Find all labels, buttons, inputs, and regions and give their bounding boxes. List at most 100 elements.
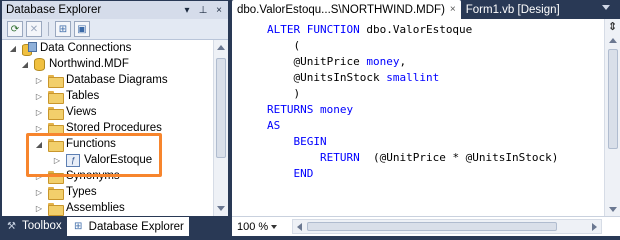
collapse-arrow-icon[interactable]: ◢ xyxy=(20,59,30,69)
code-line[interactable]: ) xyxy=(267,86,300,102)
tree-node[interactable]: ▷ ƒ ValorEstoque xyxy=(52,152,152,168)
close-tab-icon[interactable]: × xyxy=(450,4,456,15)
code-editor[interactable]: ALTER FUNCTION dbo.ValorEstoque ( @UnitP… xyxy=(232,19,604,216)
tree-node[interactable]: ◢ Functions xyxy=(34,136,116,152)
expand-arrow-icon[interactable]: ▷ xyxy=(34,91,44,101)
scroll-up-arrow-icon[interactable] xyxy=(609,38,617,43)
collapse-arrow-icon[interactable]: ◢ xyxy=(8,43,18,53)
tree-node[interactable]: ▷ Database Diagrams xyxy=(34,72,168,88)
sql-keyword: ALTER FUNCTION xyxy=(267,23,367,36)
sql-text: @UnitsInStock xyxy=(267,71,387,84)
code-line[interactable]: @UnitPrice money, xyxy=(267,54,406,70)
zoom-value: 100 % xyxy=(237,220,269,233)
expand-arrow-icon[interactable]: ▷ xyxy=(34,203,44,213)
expand-arrow-icon[interactable]: ▷ xyxy=(34,107,44,117)
tree-node-label: ValorEstoque xyxy=(84,154,153,166)
tree-node-label: Data Connections xyxy=(40,42,132,54)
folder-icon xyxy=(48,202,64,216)
tree-vertical-scrollbar[interactable] xyxy=(213,40,228,216)
tree-node-label: Views xyxy=(66,106,97,118)
window-position-dropdown-icon[interactable]: ▾ xyxy=(180,3,194,17)
explorer-tree: ◢ Data Connections ◢ Northwind.MDF ▷ Database… xyxy=(2,40,213,216)
toolbox-icon: ⚒ xyxy=(7,220,16,232)
stop-refresh-icon[interactable]: ✕ xyxy=(26,21,42,37)
folder-icon xyxy=(48,90,64,104)
tree-node-label: Tables xyxy=(66,90,100,102)
code-line[interactable]: AS xyxy=(267,118,280,134)
tree-node-label: Database Diagrams xyxy=(66,74,168,86)
scroll-down-arrow-icon[interactable] xyxy=(217,206,225,211)
splitter-icon[interactable]: ⇕ xyxy=(607,22,618,33)
sql-keyword: money xyxy=(366,55,400,68)
code-line[interactable]: RETURNS money xyxy=(267,102,353,118)
auto-hide-pin-icon[interactable]: ⊥ xyxy=(196,3,210,17)
connect-to-server-icon[interactable]: ▣ xyxy=(74,21,90,37)
scroll-down-arrow-icon[interactable] xyxy=(609,207,617,212)
scroll-left-arrow-icon[interactable] xyxy=(297,223,302,231)
folder-icon xyxy=(48,122,64,136)
tree-node[interactable]: ▷ Stored Procedures xyxy=(34,120,162,136)
tree-node[interactable]: ▷ Tables xyxy=(34,88,99,104)
scroll-thumb[interactable] xyxy=(608,49,618,149)
tree-node-label: Assemblies xyxy=(66,202,125,214)
sql-text: ( xyxy=(267,39,301,52)
tree-node[interactable]: ◢ Northwind.MDF xyxy=(20,56,129,72)
editor-horizontal-scrollbar[interactable] xyxy=(292,219,602,234)
document-tab-strip: dbo.ValorEstoqu...S\NORTHWIND.MDF) × Form1… xyxy=(232,0,620,19)
panel-toolbar: ⟳ ✕ ⊞ ▣ xyxy=(2,19,228,40)
database-explorer-icon: ⊞ xyxy=(73,221,83,232)
code-line[interactable]: BEGIN xyxy=(267,134,327,150)
code-line[interactable]: @UnitsInStock smallint xyxy=(267,70,439,86)
tab-database-explorer[interactable]: ⊞ Database Explorer xyxy=(66,217,189,236)
scroll-thumb[interactable] xyxy=(307,222,557,231)
folder-icon xyxy=(48,74,64,88)
sql-keyword: RETURN xyxy=(267,151,373,164)
tree-node[interactable]: ▷ Types xyxy=(34,184,97,200)
scroll-right-arrow-icon[interactable] xyxy=(592,223,597,231)
expand-arrow-icon[interactable]: ▷ xyxy=(52,155,62,165)
scroll-up-arrow-icon[interactable] xyxy=(217,45,225,50)
code-line[interactable]: RETURN (@UnitPrice * @UnitsInStock) xyxy=(267,150,558,166)
tree-node-label: Synonyms xyxy=(66,170,120,182)
folder-icon xyxy=(48,170,64,184)
sql-keyword: smallint xyxy=(386,71,440,84)
expand-arrow-icon[interactable]: ▷ xyxy=(34,187,44,197)
tree-node[interactable]: ▷ Synonyms xyxy=(34,168,120,184)
code-line[interactable]: ALTER FUNCTION dbo.ValorEstoque xyxy=(267,22,472,38)
tree-node[interactable]: ▷ Assemblies xyxy=(34,200,125,216)
tab-function-editor[interactable]: dbo.ValorEstoqu...S\NORTHWIND.MDF) × xyxy=(232,0,461,19)
tab-form-designer[interactable]: Form1.vb [Design] xyxy=(461,1,565,19)
expand-arrow-icon[interactable]: ▷ xyxy=(34,171,44,181)
database-icon xyxy=(34,57,45,71)
sql-text: dbo.ValorEstoque xyxy=(366,23,473,36)
expand-arrow-icon[interactable]: ▷ xyxy=(34,75,44,85)
folder-icon xyxy=(48,186,64,200)
sql-text: @UnitPrice xyxy=(267,55,367,68)
refresh-icon[interactable]: ⟳ xyxy=(7,21,23,37)
active-files-dropdown-icon[interactable] xyxy=(602,5,610,10)
database-explorer-panel: Database Explorer ▾ ⊥ × ⟳ ✕ ⊞ ▣ ◢ Data Co… xyxy=(0,0,230,236)
function-icon: ƒ xyxy=(66,153,80,167)
tab-label: Toolbox xyxy=(22,220,62,232)
editor-status-bar: 100 % xyxy=(232,216,620,236)
tab-label: dbo.ValorEstoqu...S\NORTHWIND.MDF) xyxy=(237,3,445,16)
connect-to-database-icon[interactable]: ⊞ xyxy=(55,21,71,37)
panel-title-bar: Database Explorer ▾ ⊥ × xyxy=(2,1,228,19)
sql-text: ) xyxy=(267,87,301,100)
collapse-arrow-icon[interactable]: ◢ xyxy=(34,139,44,149)
tree-node[interactable]: ◢ Data Connections xyxy=(8,40,131,56)
sql-keyword: BEGIN xyxy=(267,135,327,148)
data-connections-icon xyxy=(22,41,37,56)
code-line[interactable]: ( xyxy=(267,38,300,54)
editor-vertical-scrollbar[interactable]: ⇕ xyxy=(604,19,620,216)
editor-margin xyxy=(232,19,252,216)
tab-toolbox[interactable]: ⚒ Toolbox xyxy=(0,216,67,236)
tab-label: Form1.vb [Design] xyxy=(465,4,560,16)
scroll-thumb[interactable] xyxy=(216,58,226,158)
tab-label: Database Explorer xyxy=(88,220,184,233)
expand-arrow-icon[interactable]: ▷ xyxy=(34,123,44,133)
code-line[interactable]: END xyxy=(267,166,313,182)
tree-node[interactable]: ▷ Views xyxy=(34,104,96,120)
zoom-dropdown[interactable]: 100 % xyxy=(237,219,287,235)
close-panel-icon[interactable]: × xyxy=(212,3,226,17)
